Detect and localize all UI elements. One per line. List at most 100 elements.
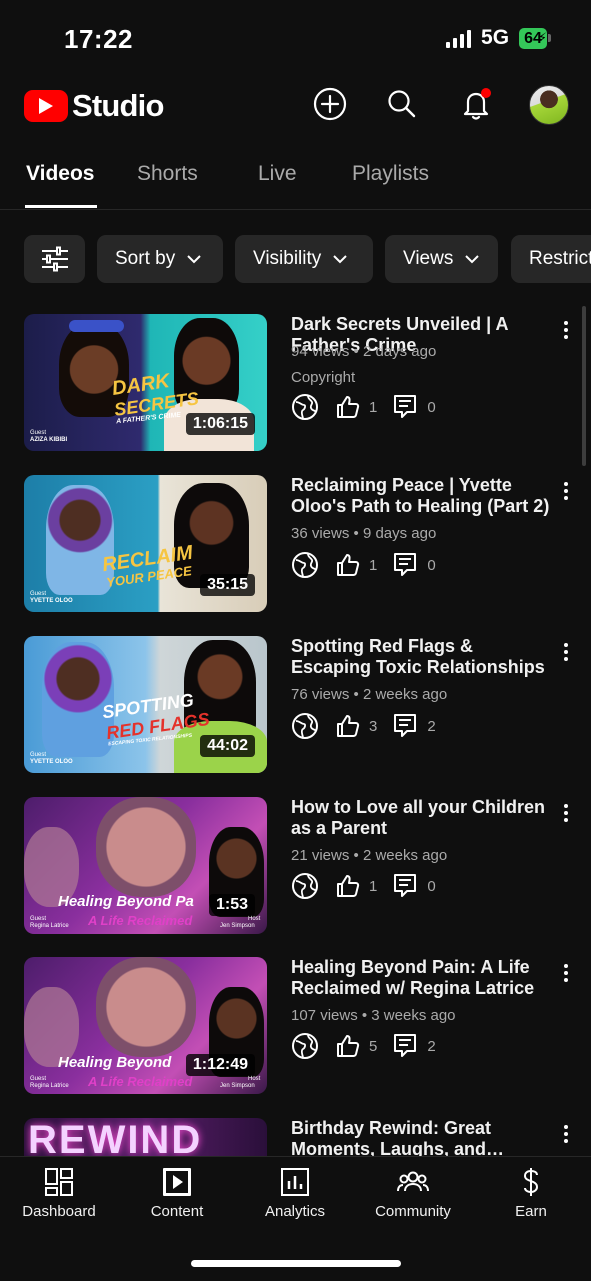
video-duration: 44:02: [200, 735, 255, 757]
globe-icon: [291, 551, 319, 579]
thumbnail-guest-name: AZIZA KIBIBI: [30, 437, 68, 443]
community-icon: [397, 1171, 429, 1192]
video-row[interactable]: REWIND Birthday Rewind: Great Moments, L…: [0, 1118, 591, 1156]
video-row[interactable]: SPOTTING RED FLAGS ESCAPING TOXIC RELATI…: [0, 636, 591, 797]
more-options-button[interactable]: [556, 961, 576, 985]
thumbnail-title-text: Healing Beyond Pa: [58, 893, 194, 910]
nav-dashboard-label: Dashboard: [22, 1203, 96, 1220]
thumbnail-title-text: REWIND: [28, 1118, 203, 1156]
views-chip[interactable]: Views: [385, 235, 498, 283]
video-row[interactable]: Healing Beyond A Life Reclaimed Guest Re…: [0, 957, 591, 1118]
chevron-down-icon: [465, 254, 480, 263]
comment-icon: [393, 394, 417, 420]
restrictions-chip[interactable]: Restrictions: [511, 235, 591, 283]
views-label: Views: [403, 248, 454, 269]
create-button[interactable]: [310, 84, 350, 124]
tab-live[interactable]: Live: [258, 162, 297, 186]
youtube-play-icon: [24, 90, 68, 122]
like-icon: [335, 394, 361, 420]
active-tab-indicator: [25, 205, 97, 208]
video-thumbnail[interactable]: Healing Beyond A Life Reclaimed Guest Re…: [24, 957, 267, 1094]
like-count: 5: [369, 1037, 378, 1055]
network-type: 5G: [481, 26, 510, 49]
sort-by-chip[interactable]: Sort by: [97, 235, 223, 283]
account-avatar[interactable]: [529, 85, 569, 125]
video-thumbnail[interactable]: RECLAIM YOUR PEACE Guest YVETTE OLOO 35:…: [24, 475, 267, 612]
chevron-down-icon: [333, 254, 347, 263]
comment-count: 0: [427, 877, 436, 895]
more-options-button[interactable]: [556, 479, 576, 503]
video-title[interactable]: Healing Beyond Pain: A Life Reclaimed w/…: [291, 957, 551, 999]
scrollbar[interactable]: [582, 306, 586, 466]
comment-count: 0: [427, 398, 436, 416]
visibility-chip[interactable]: Visibility: [235, 235, 373, 283]
nav-community[interactable]: Community: [354, 1167, 472, 1220]
nav-content[interactable]: Content: [118, 1167, 236, 1220]
more-options-button[interactable]: [556, 801, 576, 825]
globe-icon: [291, 712, 319, 740]
search-icon: [388, 90, 416, 118]
video-title[interactable]: How to Love all your Children as a Paren…: [291, 797, 551, 839]
video-thumbnail[interactable]: Healing Beyond Pa A Life Reclaimed Guest…: [24, 797, 267, 934]
video-stats: 1 0: [291, 550, 436, 580]
video-copyright-note[interactable]: Copyright: [291, 369, 355, 386]
more-options-button[interactable]: [556, 640, 576, 664]
video-meta: 21 views • 2 weeks ago: [291, 847, 448, 864]
studio-brand-text: Studio: [72, 88, 164, 123]
restrictions-label: Restrictions: [529, 248, 591, 269]
visibility-label: Visibility: [253, 248, 322, 269]
nav-dashboard[interactable]: Dashboard: [0, 1167, 118, 1220]
video-row[interactable]: Healing Beyond Pa A Life Reclaimed Guest…: [0, 797, 591, 958]
nav-analytics[interactable]: Analytics: [236, 1167, 354, 1220]
thumbnail-guest-label: Guest: [30, 916, 47, 922]
tab-videos[interactable]: Videos: [26, 162, 94, 186]
thumbnail-guest-label: Guest: [30, 430, 47, 436]
sliders-icon: [41, 246, 68, 272]
video-meta: 76 views • 2 weeks ago: [291, 686, 448, 703]
video-thumbnail[interactable]: DARK SECRETS A FATHER'S CRIME Guest AZIZ…: [24, 314, 267, 451]
thumbnail-host-label: Host: [248, 1076, 261, 1082]
battery-icon: 64 ⚡: [519, 27, 551, 49]
tab-shorts[interactable]: Shorts: [137, 162, 198, 186]
tab-playlists[interactable]: Playlists: [352, 162, 429, 186]
video-row[interactable]: DARK SECRETS A FATHER'S CRIME Guest AZIZ…: [0, 314, 591, 475]
nav-community-label: Community: [375, 1203, 451, 1220]
nav-content-label: Content: [150, 1203, 204, 1220]
thumbnail-guest-name: YVETTE OLOO: [30, 598, 73, 604]
video-duration: 35:15: [200, 574, 255, 596]
video-thumbnail[interactable]: REWIND: [24, 1118, 267, 1156]
thumbnail-guest-label: Guest: [30, 1076, 47, 1082]
like-count: 1: [369, 556, 378, 574]
thumbnail-host-label: Host: [248, 916, 261, 922]
globe-icon: [291, 1032, 319, 1060]
nav-earn[interactable]: Earn: [472, 1167, 590, 1220]
more-options-button[interactable]: [556, 318, 576, 342]
cellular-signal-icon: [446, 28, 472, 48]
globe-icon: [291, 872, 319, 900]
comment-count: 0: [427, 556, 436, 574]
comment-icon: [393, 713, 417, 739]
video-title[interactable]: Reclaiming Peace | Yvette Oloo's Path to…: [291, 475, 551, 517]
home-indicator[interactable]: [191, 1260, 401, 1267]
thumbnail-title-text: A Life Reclaimed: [88, 913, 193, 928]
video-stats: 3 2: [291, 711, 436, 741]
like-count: 3: [369, 717, 378, 735]
thumbnail-guest-name: Regina Latrice: [30, 923, 69, 929]
video-title[interactable]: Birthday Rewind: Great Moments, Laughs, …: [291, 1118, 551, 1156]
video-row[interactable]: RECLAIM YOUR PEACE Guest YVETTE OLOO 35:…: [0, 475, 591, 636]
like-icon: [335, 873, 361, 899]
video-thumbnail[interactable]: SPOTTING RED FLAGS ESCAPING TOXIC RELATI…: [24, 636, 267, 773]
more-options-button[interactable]: [556, 1122, 576, 1146]
comment-icon: [393, 552, 417, 578]
nav-earn-label: Earn: [515, 1203, 547, 1220]
chevron-down-icon: [187, 254, 201, 263]
youtube-studio-logo[interactable]: Studio: [24, 88, 164, 124]
globe-icon: [291, 393, 319, 421]
video-title[interactable]: Spotting Red Flags & Escaping Toxic Rela…: [291, 636, 551, 678]
thumbnail-title-text: Healing Beyond: [58, 1054, 172, 1071]
like-count: 1: [369, 877, 378, 895]
search-button[interactable]: [382, 84, 422, 124]
filter-settings-button[interactable]: [24, 235, 85, 283]
notifications-button[interactable]: [456, 84, 496, 124]
add-circle-icon: [313, 87, 347, 121]
